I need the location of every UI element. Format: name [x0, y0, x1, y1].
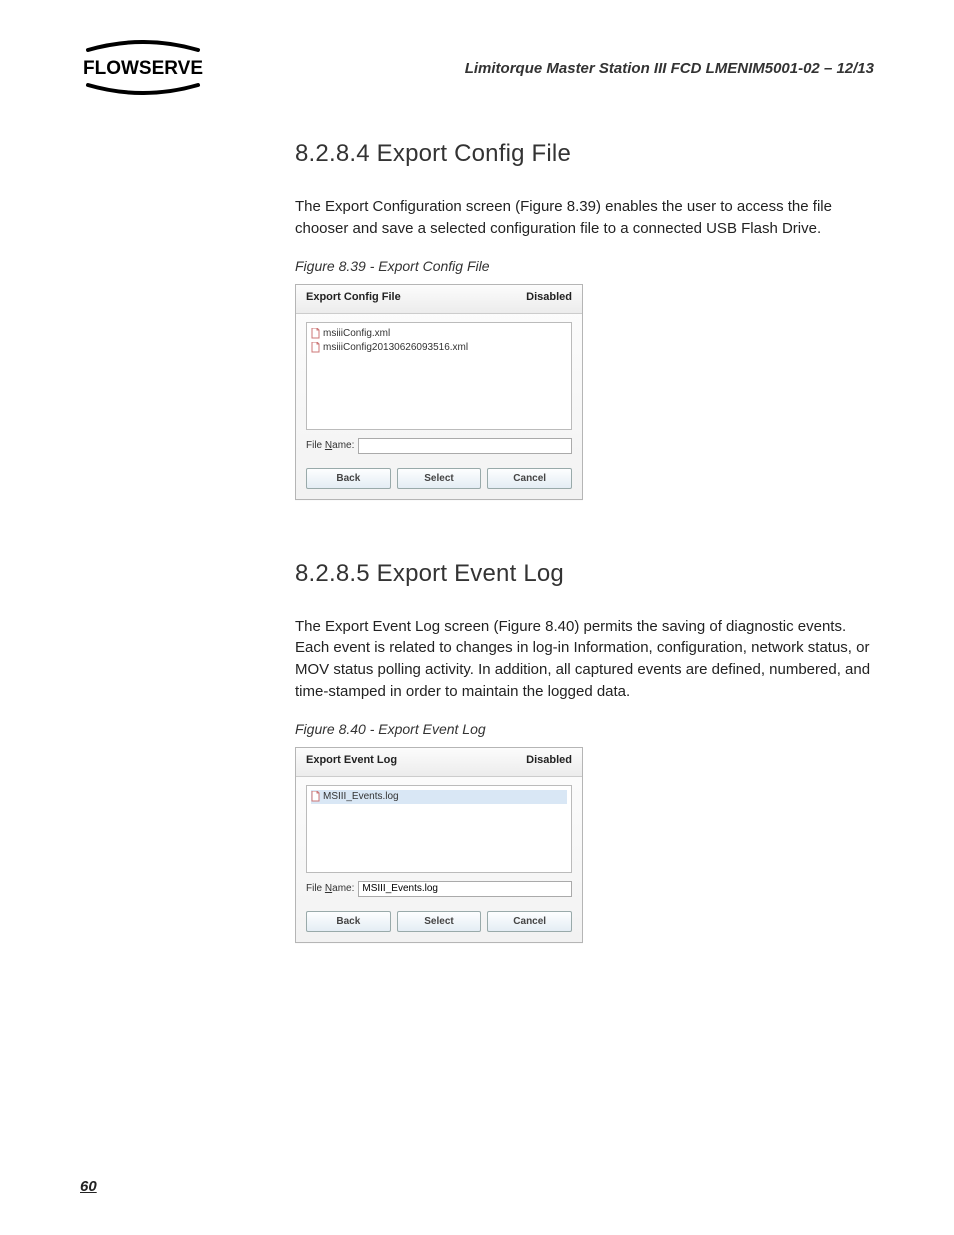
- file-name-input[interactable]: [358, 438, 572, 454]
- file-name: msiiiConfig.xml: [323, 328, 390, 339]
- dialog-status: Disabled: [526, 291, 572, 303]
- document-icon: [311, 791, 320, 802]
- cancel-button[interactable]: Cancel: [487, 911, 572, 932]
- page-number: 60: [80, 1178, 97, 1195]
- file-name-label: File Name:: [306, 440, 354, 451]
- document-icon: [311, 328, 320, 339]
- export-event-log-dialog: Export Event Log Disabled MSIII_Events.l…: [295, 747, 583, 943]
- figure-caption-840: Figure 8.40 - Export Event Log: [295, 721, 874, 737]
- section-heading-export-event-log: 8.2.8.5 Export Event Log: [295, 560, 874, 588]
- section-body-export-event-log: The Export Event Log screen (Figure 8.40…: [295, 616, 874, 703]
- section-body-export-config: The Export Configuration screen (Figure …: [295, 196, 874, 240]
- logo-text: FLOWSERVE: [83, 58, 203, 79]
- back-button[interactable]: Back: [306, 911, 391, 932]
- document-icon: [311, 342, 320, 353]
- figure-caption-839: Figure 8.39 - Export Config File: [295, 258, 874, 274]
- document-header: Limitorque Master Station III FCD LMENIM…: [465, 60, 874, 77]
- dialog-status: Disabled: [526, 754, 572, 766]
- file-name: msiiiConfig20130626093516.xml: [323, 342, 468, 353]
- flowserve-logo: FLOWSERVE: [78, 40, 208, 100]
- dialog-title: Export Event Log: [306, 754, 397, 766]
- file-list-item[interactable]: msiiiConfig.xml: [311, 327, 567, 341]
- file-name: MSIII_Events.log: [323, 791, 399, 802]
- select-button[interactable]: Select: [397, 468, 482, 489]
- cancel-button[interactable]: Cancel: [487, 468, 572, 489]
- back-button[interactable]: Back: [306, 468, 391, 489]
- file-list-item[interactable]: MSIII_Events.log: [311, 790, 567, 804]
- select-button[interactable]: Select: [397, 911, 482, 932]
- file-list-item[interactable]: msiiiConfig20130626093516.xml: [311, 341, 567, 355]
- file-name-label: File Name:: [306, 883, 354, 894]
- file-list[interactable]: msiiiConfig.xml msiiiConfig2013062609351…: [306, 322, 572, 430]
- section-heading-export-config: 8.2.8.4 Export Config File: [295, 140, 874, 168]
- file-list[interactable]: MSIII_Events.log: [306, 785, 572, 873]
- dialog-title: Export Config File: [306, 291, 401, 303]
- export-config-dialog: Export Config File Disabled msiiiConfig.…: [295, 284, 583, 500]
- file-name-input[interactable]: [358, 881, 572, 897]
